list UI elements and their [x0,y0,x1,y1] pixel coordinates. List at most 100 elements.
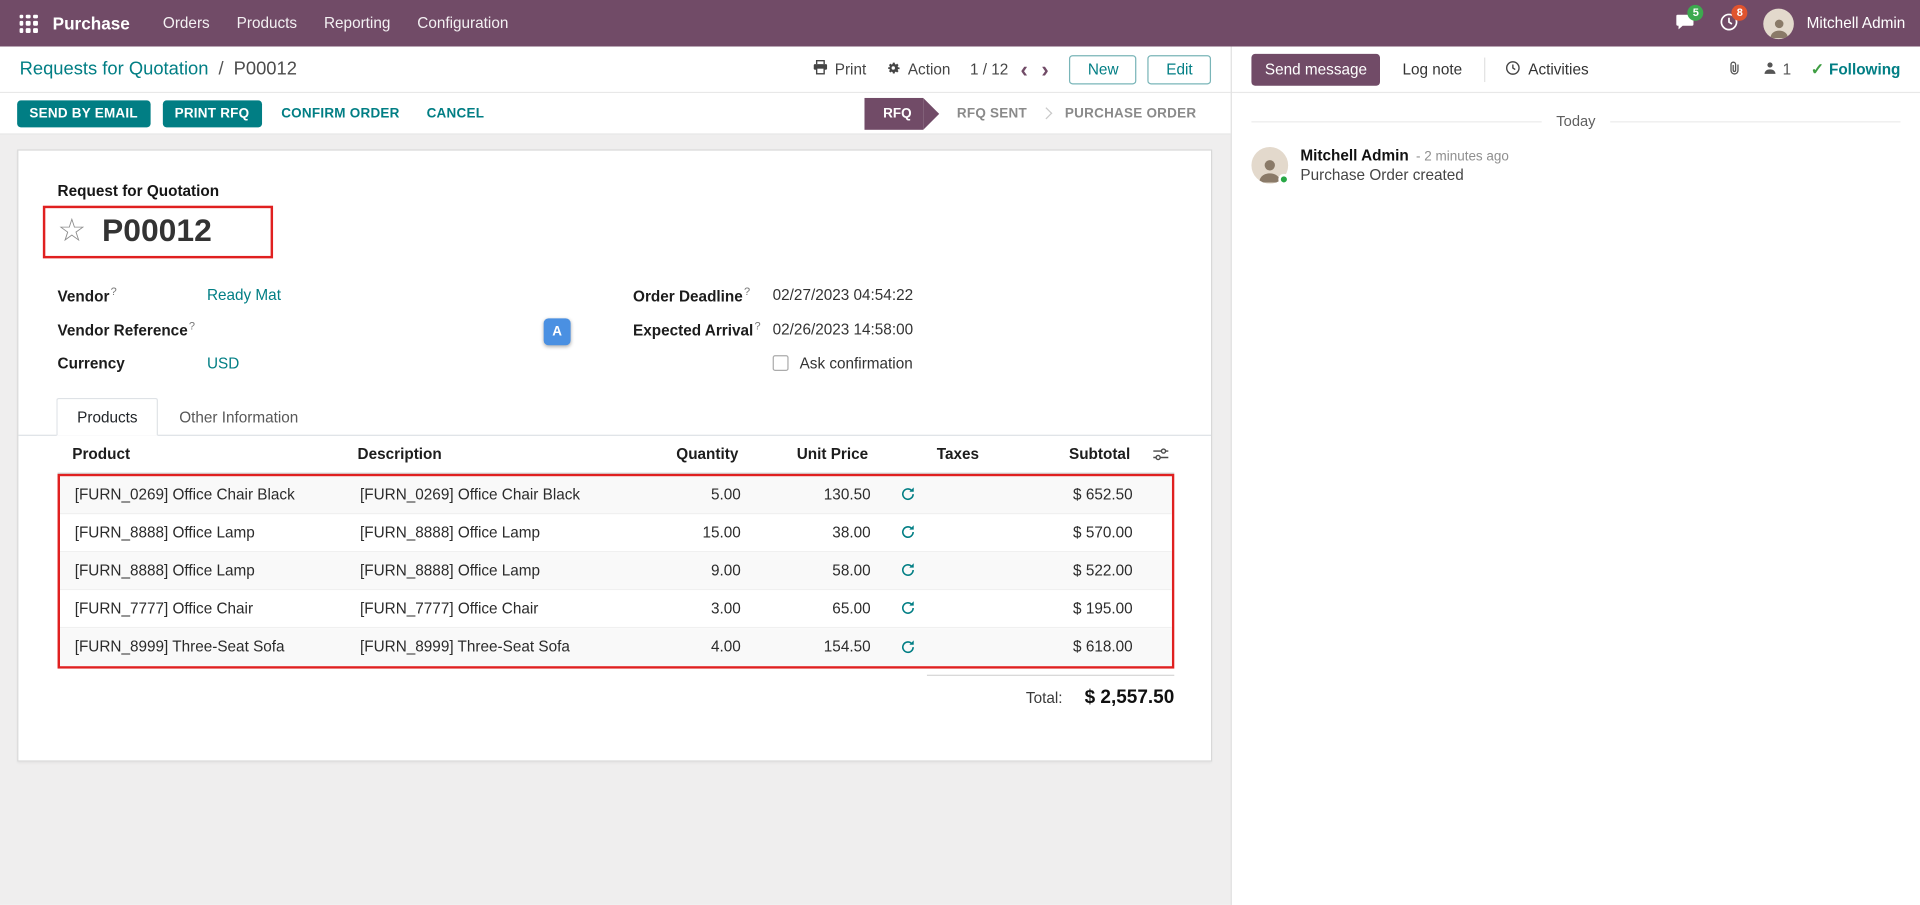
pager-previous-icon[interactable]: ‹ [1019,58,1029,80]
description-cell: [FURN_0269] Office Chair Black [345,486,606,503]
action-button[interactable]: Action [886,59,951,79]
message-avatar[interactable] [1251,147,1288,184]
followers-button[interactable]: 1 [1762,59,1791,79]
breadcrumb: Requests for Quotation / P00012 [20,59,297,80]
favorite-star-icon[interactable]: ☆ [58,215,87,247]
apps-menu-button[interactable] [12,7,44,39]
sheet-type-label: Request for Quotation [58,182,1175,199]
vendor-reference-label: Vendor Reference? [58,319,207,339]
order-line-row[interactable]: [FURN_8888] Office Lamp [FURN_8888] Offi… [60,552,1172,590]
nav-item-reporting[interactable]: Reporting [311,0,404,47]
message-author[interactable]: Mitchell Admin [1300,147,1408,164]
order-line-row[interactable]: [FURN_8999] Three-Seat Sofa [FURN_8999] … [60,628,1172,666]
taxes-cell [885,639,1003,655]
subtotal-cell: $ 195.00 [1003,600,1147,617]
app-brand-purchase[interactable]: Purchase [53,13,130,33]
price-refresh-icon[interactable] [900,639,916,655]
order-line-row[interactable]: [FURN_8888] Office Lamp [FURN_8888] Offi… [60,514,1172,552]
help-marker: ? [111,285,117,297]
tab-other-information[interactable]: Other Information [158,397,319,435]
body-row: Requests for Quotation / P00012 Print [0,47,1920,905]
toolbar-divider [1484,57,1485,81]
tab-products[interactable]: Products [56,397,158,435]
header-description: Description [343,435,604,472]
unit-price-cell: 130.50 [756,486,886,503]
totals-area: Total: $ 2,557.50 [58,674,1175,708]
send-by-email-button[interactable]: SEND BY EMAIL [17,100,150,127]
price-refresh-icon[interactable] [900,486,916,502]
help-marker: ? [189,319,195,331]
price-refresh-icon[interactable] [900,600,916,616]
log-note-button[interactable]: Log note [1403,61,1463,78]
form-sheet: Request for Quotation ☆ P00012 Vendor? R… [17,149,1212,761]
cancel-button[interactable]: CANCEL [419,100,491,127]
message-timestamp: - 2 minutes ago [1416,149,1509,164]
chatter-panel: Send message Log note Activities [1232,47,1920,905]
nav-item-orders[interactable]: Orders [149,0,223,47]
status-step-rfq[interactable]: RFQ [865,97,924,129]
form-view-background: Request for Quotation ☆ P00012 Vendor? R… [0,135,1231,905]
systray: 5 8 Mitchell Admin [1666,0,1906,47]
quantity-cell: 9.00 [606,562,755,579]
new-button[interactable]: New [1070,54,1137,83]
document-name: P00012 [102,213,212,248]
view-buttons: New Edit [1070,54,1212,83]
confirm-order-button[interactable]: CONFIRM ORDER [274,100,407,127]
unit-price-cell: 154.50 [756,638,886,655]
vendor-field-row: Vendor? Ready Mat [58,277,634,311]
optional-columns-button[interactable] [1145,445,1174,462]
user-avatar[interactable] [1764,8,1795,39]
taxes-cell [885,600,1003,616]
nav-item-products[interactable]: Products [223,0,310,47]
taxes-cell [885,486,1003,502]
schedule-activity-button[interactable]: Activities [1505,59,1589,79]
breadcrumb-parent-link[interactable]: Requests for Quotation [20,59,209,80]
attach-files-button[interactable] [1726,59,1742,79]
breadcrumb-separator: / [218,59,223,80]
user-menu[interactable]: Mitchell Admin [1807,15,1906,32]
edit-button[interactable]: Edit [1148,54,1211,83]
order-line-row[interactable]: [FURN_7777] Office Chair [FURN_7777] Off… [60,590,1172,628]
followers-count: 1 [1783,61,1792,78]
expected-arrival-field-row: Expected Arrival? 02/26/2023 14:58:00 [633,312,1174,346]
nav-item-configuration[interactable]: Configuration [404,0,522,47]
vendor-value-link[interactable]: Ready Mat [207,286,281,303]
product-cell: [FURN_8999] Three-Seat Sofa [60,638,345,655]
messages-tray-button[interactable]: 5 [1666,0,1705,47]
price-refresh-icon[interactable] [900,524,916,540]
document-name-highlight-box: ☆ P00012 [43,206,273,258]
following-check-icon: ✓ [1811,59,1824,79]
subtotal-cell: $ 522.00 [1003,562,1147,579]
chatter-message: Mitchell Admin - 2 minutes ago Purchase … [1232,132,1920,198]
print-rfq-button[interactable]: PRINT RFQ [162,100,261,127]
taxes-cell [885,524,1003,540]
quantity-cell: 15.00 [606,524,755,541]
description-cell: [FURN_8888] Office Lamp [345,562,606,579]
pager-next-icon[interactable]: › [1040,58,1050,80]
following-button[interactable]: ✓ Following [1811,59,1901,79]
product-cell: [FURN_0269] Office Chair Black [60,486,345,503]
following-label: Following [1829,61,1900,78]
followers-person-icon [1762,59,1778,79]
status-steps: RFQ RFQ SENT PURCHASE ORDER [865,97,1211,129]
subtotal-cell: $ 618.00 [1003,638,1147,655]
action-label: Action [908,61,951,78]
pager-value[interactable]: 1 / 12 [970,61,1008,78]
product-cell: [FURN_8888] Office Lamp [60,524,345,541]
expected-arrival-value: 02/26/2023 14:58:00 [773,320,913,337]
ask-confirmation-checkbox[interactable] [773,355,789,371]
gear-icon [886,59,902,79]
currency-label: Currency [58,355,207,372]
print-button[interactable]: Print [811,59,866,80]
order-line-row[interactable]: [FURN_0269] Office Chair Black [FURN_026… [60,476,1172,514]
status-step-rfq-sent[interactable]: RFQ SENT [942,106,1041,121]
message-body: Purchase Order created [1300,167,1508,184]
price-refresh-icon[interactable] [900,562,916,578]
status-step-purchase-order[interactable]: PURCHASE ORDER [1050,106,1211,121]
activities-tray-button[interactable]: 8 [1710,0,1749,47]
send-message-button[interactable]: Send message [1251,53,1380,85]
header-product: Product [58,435,343,472]
currency-value-link[interactable]: USD [207,355,239,372]
translate-icon[interactable]: A [544,318,571,345]
header-quantity: Quantity [604,435,753,472]
